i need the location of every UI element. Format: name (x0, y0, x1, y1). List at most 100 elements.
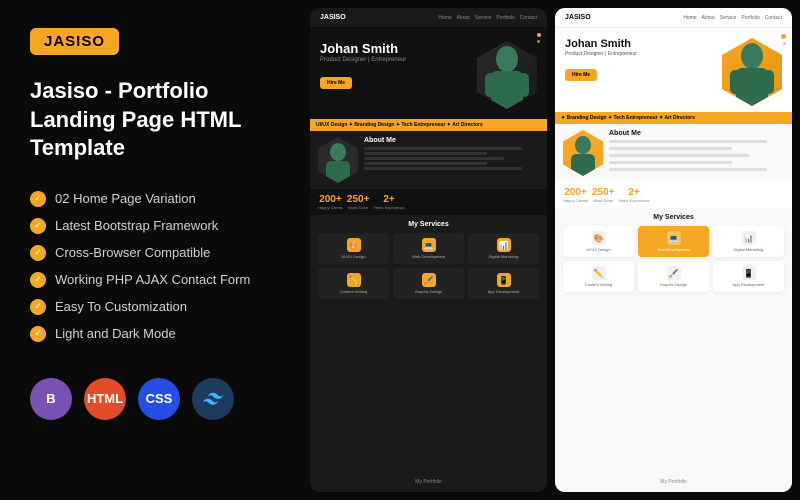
about-line (609, 140, 767, 143)
brand-badge: JASISO (30, 28, 119, 55)
preview-panel: JASISO Home About Service Portfolio Cont… (310, 0, 800, 500)
dark-about-section: About Me (310, 131, 547, 189)
service-card: 📊 Digital Marketing (713, 226, 784, 257)
dark-services: My Services 🎨 UI/UX Design 💻 Web Develop… (310, 215, 547, 466)
light-logo: JASISO (565, 14, 591, 21)
about-line (364, 157, 504, 160)
service-card: 💻 Web Development (393, 233, 464, 264)
dark-services-title: My Services (318, 221, 539, 228)
dark-hero-text: Johan Smith Product Designer | Entrepren… (320, 41, 477, 89)
stat-item: 250+ Work Done (347, 194, 370, 210)
service-name: Web Development (657, 247, 690, 252)
service-card: 🖌️ Graphic Design (638, 261, 709, 292)
about-line (609, 168, 767, 171)
stat-item: 200+ Happy Clients (563, 187, 588, 203)
service-name: Web Development (412, 254, 445, 259)
stat-number: 250+ (347, 194, 370, 205)
about-line (364, 147, 522, 150)
check-icon: ✓ (30, 245, 46, 261)
dot-secondary (783, 42, 786, 45)
dark-ticker: UI/UX Design ✦ Branding Design ✦ Tech En… (310, 119, 547, 131)
service-icon: 📊 (497, 238, 511, 252)
service-card: 📊 Digital Marketing (468, 233, 539, 264)
dark-hero: Johan Smith Product Designer | Entrepren… (310, 27, 547, 119)
service-card: 🖌️ Graphic Design (393, 268, 464, 299)
service-name: Graphic Design (660, 282, 688, 287)
stat-number: 200+ (319, 194, 342, 205)
dark-avatar-hexagon (477, 41, 537, 109)
light-about-section: About Me (555, 124, 792, 182)
light-navbar: JASISO Home About Service Portfolio Cont… (555, 8, 792, 28)
service-card: 🎨 UI/UX Design (563, 226, 634, 257)
person-dark-svg (477, 41, 537, 109)
person-light-svg (722, 38, 782, 106)
list-item: ✓ Latest Bootstrap Framework (30, 218, 280, 234)
service-icon: ✏️ (592, 266, 606, 280)
dark-hex-shape (477, 41, 537, 109)
dark-services-grid: 🎨 UI/UX Design 💻 Web Development 📊 Digit… (318, 233, 539, 299)
service-card: 🎨 UI/UX Design (318, 233, 389, 264)
feature-text: Light and Dark Mode (55, 326, 176, 341)
about-line (609, 147, 732, 150)
service-name: UI/UX Design (341, 254, 365, 259)
dot-1 (537, 33, 541, 37)
light-services-title: My Services (563, 214, 784, 221)
service-name: Content Writing (340, 289, 368, 294)
dark-about-lines (364, 147, 539, 170)
service-name: Graphic Design (415, 289, 443, 294)
feature-text: Working PHP AJAX Contact Form (55, 272, 250, 287)
service-icon: 🎨 (592, 231, 606, 245)
light-about-lines (609, 140, 784, 173)
about-line (609, 161, 732, 164)
light-hero: Johan Smith Product Designer | Entrepren… (555, 28, 792, 112)
stat-label: Work Done (593, 198, 613, 203)
list-item: ✓ Working PHP AJAX Contact Form (30, 272, 280, 288)
service-icon: 📱 (497, 273, 511, 287)
light-services-grid: 🎨 UI/UX Design 💻 Web Development 📊 Digit… (563, 226, 784, 292)
service-icon: 🎨 (347, 238, 361, 252)
service-icon: 📱 (742, 266, 756, 280)
stat-item: 250+ Work Done (592, 187, 615, 203)
dark-about-title: About Me (364, 137, 539, 144)
product-title: Jasiso - Portfolio Landing Page HTML Tem… (30, 77, 280, 163)
dark-hero-title: Product Designer | Entrepreneur (320, 57, 477, 63)
light-hire-button[interactable]: Hire Me (565, 69, 597, 81)
dark-about-info: About Me (364, 137, 539, 183)
light-hex-shape (722, 38, 782, 106)
service-name: Digital Marketing (734, 247, 764, 252)
service-name: App Development (733, 282, 765, 287)
list-item: ✓ Easy To Customization (30, 299, 280, 315)
service-card: ✏️ Content Writing (563, 261, 634, 292)
light-decorative-dots (781, 34, 786, 45)
html5-icon: HTML (84, 378, 126, 420)
dark-hero-name: Johan Smith (320, 41, 477, 57)
light-portfolio-section: My Portfolio (555, 466, 792, 492)
dark-navbar: JASISO Home About Service Portfolio Cont… (310, 8, 547, 27)
light-nav-links: Home About Service Portfolio Contact (683, 15, 782, 21)
dark-hire-button[interactable]: Hire Me (320, 77, 352, 89)
service-name: App Development (488, 289, 520, 294)
service-icon: 🖌️ (667, 266, 681, 280)
light-services: My Services 🎨 UI/UX Design 💻 Web Develop… (555, 208, 792, 466)
about-line (364, 152, 487, 155)
list-item: ✓ Cross-Browser Compatible (30, 245, 280, 261)
stat-label: Happy Clients (563, 198, 588, 203)
light-hero-title: Product Designer | Entrepreneur (565, 51, 722, 57)
service-card: ✏️ Content Writing (318, 268, 389, 299)
light-hero-name: Johan Smith (565, 38, 722, 51)
feature-text: 02 Home Page Variation (55, 191, 196, 206)
stat-item: 200+ Happy Clients (318, 194, 343, 210)
stat-label: Years Experience (618, 198, 649, 203)
tailwind-icon (192, 378, 234, 420)
dark-mode-preview: JASISO Home About Service Portfolio Cont… (310, 8, 547, 492)
stat-label: Happy Clients (318, 205, 343, 210)
service-icon: 🖌️ (422, 273, 436, 287)
check-icon: ✓ (30, 272, 46, 288)
service-name: UI/UX Design (586, 247, 610, 252)
service-icon: 📊 (742, 231, 756, 245)
light-stats-row: 200+ Happy Clients 250+ Work Done 2+ Yea… (555, 182, 792, 208)
left-panel: JASISO Jasiso - Portfolio Landing Page H… (0, 0, 310, 500)
stat-label: Work Done (348, 205, 368, 210)
tailwind-logo-svg (203, 392, 223, 406)
dark-nav-links: Home About Service Portfolio Contact (438, 15, 537, 21)
